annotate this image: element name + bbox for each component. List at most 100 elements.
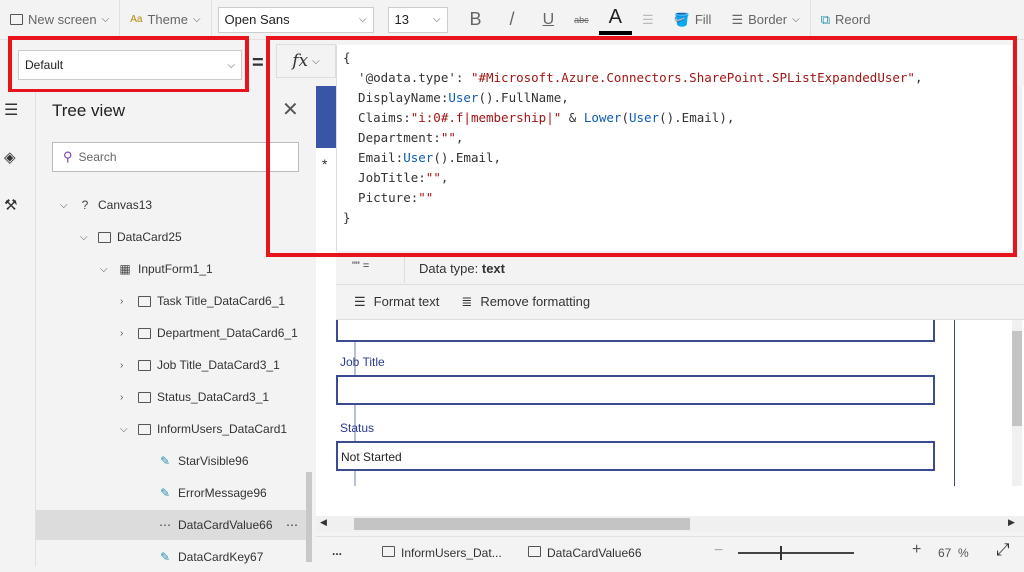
fill-icon: 🪣	[673, 11, 690, 27]
reorder-label: Reord	[835, 12, 871, 27]
tree-item-label: InformUsers_DataCard1	[157, 422, 288, 436]
menu-icon[interactable]: ☰	[4, 100, 18, 120]
search-placeholder: Search	[78, 150, 117, 164]
horizontal-scrollbar[interactable]: ◀ ▶	[316, 516, 1024, 532]
bold-icon: B	[469, 9, 482, 29]
underline-button[interactable]: U	[525, 0, 565, 40]
font-value: Open Sans	[224, 12, 290, 27]
form-icon: ▦	[119, 262, 131, 276]
layers-icon[interactable]: ◈	[4, 148, 16, 166]
new-screen-icon	[10, 14, 23, 25]
strikethrough-button[interactable]: abc	[564, 0, 599, 40]
more-options-icon[interactable]: ⋯	[286, 518, 298, 532]
italic-button[interactable]: /	[492, 0, 525, 40]
chevron-down-icon: ⌵	[792, 14, 800, 25]
tree-item[interactable]: › Task Title_DataCard6_1	[36, 286, 306, 316]
chevron-right-icon[interactable]: ›	[120, 360, 132, 371]
card-icon	[138, 295, 151, 307]
edit-icon: ✎	[159, 550, 171, 564]
remove-formatting-button[interactable]: ≣ Remove formatting	[461, 294, 590, 310]
zoom-slider-thumb[interactable]	[779, 546, 782, 560]
tree-item-label: DataCard25	[117, 230, 182, 244]
format-bar: ☰ Format text ≣ Remove formatting	[336, 285, 1024, 320]
tree-item-label: ErrorMessage96	[178, 486, 267, 500]
tree-item[interactable]: › Job Title_DataCard3_1	[36, 350, 306, 380]
highlight-box-property	[8, 36, 249, 93]
card-icon	[138, 359, 151, 371]
tree-item[interactable]: ⌵ InformUsers_DataCard1	[36, 414, 306, 444]
theme-button[interactable]: Aa Theme ⌵	[120, 0, 212, 40]
tree-item-label: Status_DataCard3_1	[157, 390, 270, 404]
zoom-value: 67	[938, 546, 952, 560]
tree-item[interactable]: ✎ StarVisible96	[36, 446, 306, 476]
bold-button[interactable]: B	[448, 0, 492, 40]
fullscreen-icon[interactable]: ⤢	[996, 540, 1010, 560]
fill-button[interactable]: 🪣 Fill	[664, 0, 722, 40]
tree-item-label: Canvas13	[98, 198, 153, 212]
tools-icon[interactable]: ⚒	[4, 196, 17, 214]
tree-item-label: Job Title_DataCard3_1	[157, 358, 280, 372]
tree-scrollbar[interactable]	[306, 472, 312, 562]
tree-item[interactable]: › Status_DataCard3_1	[36, 382, 306, 412]
card-icon	[138, 327, 151, 339]
breadcrumb-datacardvalue[interactable]: DataCardValue66	[528, 546, 642, 560]
edit-icon: ✎	[159, 454, 171, 468]
format-text-button[interactable]: ☰ Format text	[354, 294, 439, 310]
zoom-in-button[interactable]: +	[912, 541, 921, 559]
tree-item[interactable]: ⋯ DataCardValue66 ⋯	[36, 510, 306, 540]
italic-icon: /	[509, 9, 515, 29]
theme-icon: Aa	[130, 14, 143, 25]
textinput-icon: ⋯	[159, 518, 171, 532]
scroll-right-icon[interactable]: ▶	[1008, 517, 1015, 528]
font-color-button[interactable]: A	[598, 5, 632, 35]
chevron-down-icon: ⌵	[432, 14, 441, 25]
chevron-down-icon[interactable]: ⌵	[60, 200, 72, 211]
reorder-icon: ⧉	[820, 11, 831, 27]
zoom-out-button[interactable]: −	[714, 542, 723, 560]
tree-search-input[interactable]: ⚲ Search	[52, 142, 299, 172]
textinput-icon	[528, 546, 541, 557]
data-type-value: text	[481, 261, 505, 276]
align-icon: ☰	[641, 11, 654, 27]
chevron-right-icon[interactable]: ›	[120, 392, 132, 403]
chevron-down-icon[interactable]: ⌵	[100, 264, 112, 275]
tree-item[interactable]: ✎ DataCardKey67	[36, 542, 306, 572]
tree-item[interactable]: ⌵ ▦ InputForm1_1	[36, 254, 306, 284]
status-label: Status	[340, 421, 375, 435]
border-button[interactable]: ☰ Border ⌵	[721, 0, 811, 40]
tree-item-label: DataCardValue66	[178, 518, 273, 532]
chevron-right-icon[interactable]: ›	[120, 328, 132, 339]
status-input[interactable]: Not Started	[336, 441, 935, 471]
tree-item-label: StarVisible96	[178, 454, 249, 468]
format-text-icon: ☰	[354, 294, 366, 309]
zoom-slider[interactable]	[738, 546, 854, 560]
font-size-select[interactable]: 13 ⌵	[387, 6, 448, 33]
chevron-down-icon[interactable]: ⌵	[120, 424, 132, 435]
result-preview: "" =	[352, 260, 370, 272]
align-button[interactable]: ☰	[632, 0, 664, 40]
job-title-input[interactable]	[336, 375, 935, 405]
more-button[interactable]: ...	[332, 544, 342, 558]
job-title-label: Job Title	[340, 355, 385, 369]
edit-icon: ✎	[159, 486, 171, 500]
help-icon: ?	[81, 198, 89, 212]
new-screen-button[interactable]: New screen ⌵	[0, 0, 121, 40]
format-text-label: Format text	[373, 294, 440, 309]
card-icon	[138, 391, 151, 403]
scroll-thumb[interactable]	[354, 518, 690, 530]
reorder-button[interactable]: ⧉ Reord	[811, 0, 881, 40]
tree-item[interactable]: ✎ ErrorMessage96	[36, 478, 306, 508]
breadcrumb-informusers[interactable]: InformUsers_Dat...	[382, 546, 502, 560]
tree-item[interactable]: › Department_DataCard6_1	[36, 318, 306, 348]
chevron-right-icon[interactable]: ›	[120, 296, 132, 307]
font-select[interactable]: Open Sans ⌵	[217, 6, 374, 33]
tree-item-label: InputForm1_1	[138, 262, 213, 276]
card-icon	[138, 423, 151, 435]
chevron-down-icon[interactable]: ⌵	[80, 232, 92, 243]
equals-sign: =	[252, 52, 264, 74]
card-icon	[382, 546, 395, 557]
chevron-down-icon: ⌵	[101, 14, 110, 25]
status-value: Not Started	[341, 450, 402, 464]
highlight-box-formula	[266, 36, 1017, 257]
scroll-left-icon[interactable]: ◀	[320, 517, 327, 528]
